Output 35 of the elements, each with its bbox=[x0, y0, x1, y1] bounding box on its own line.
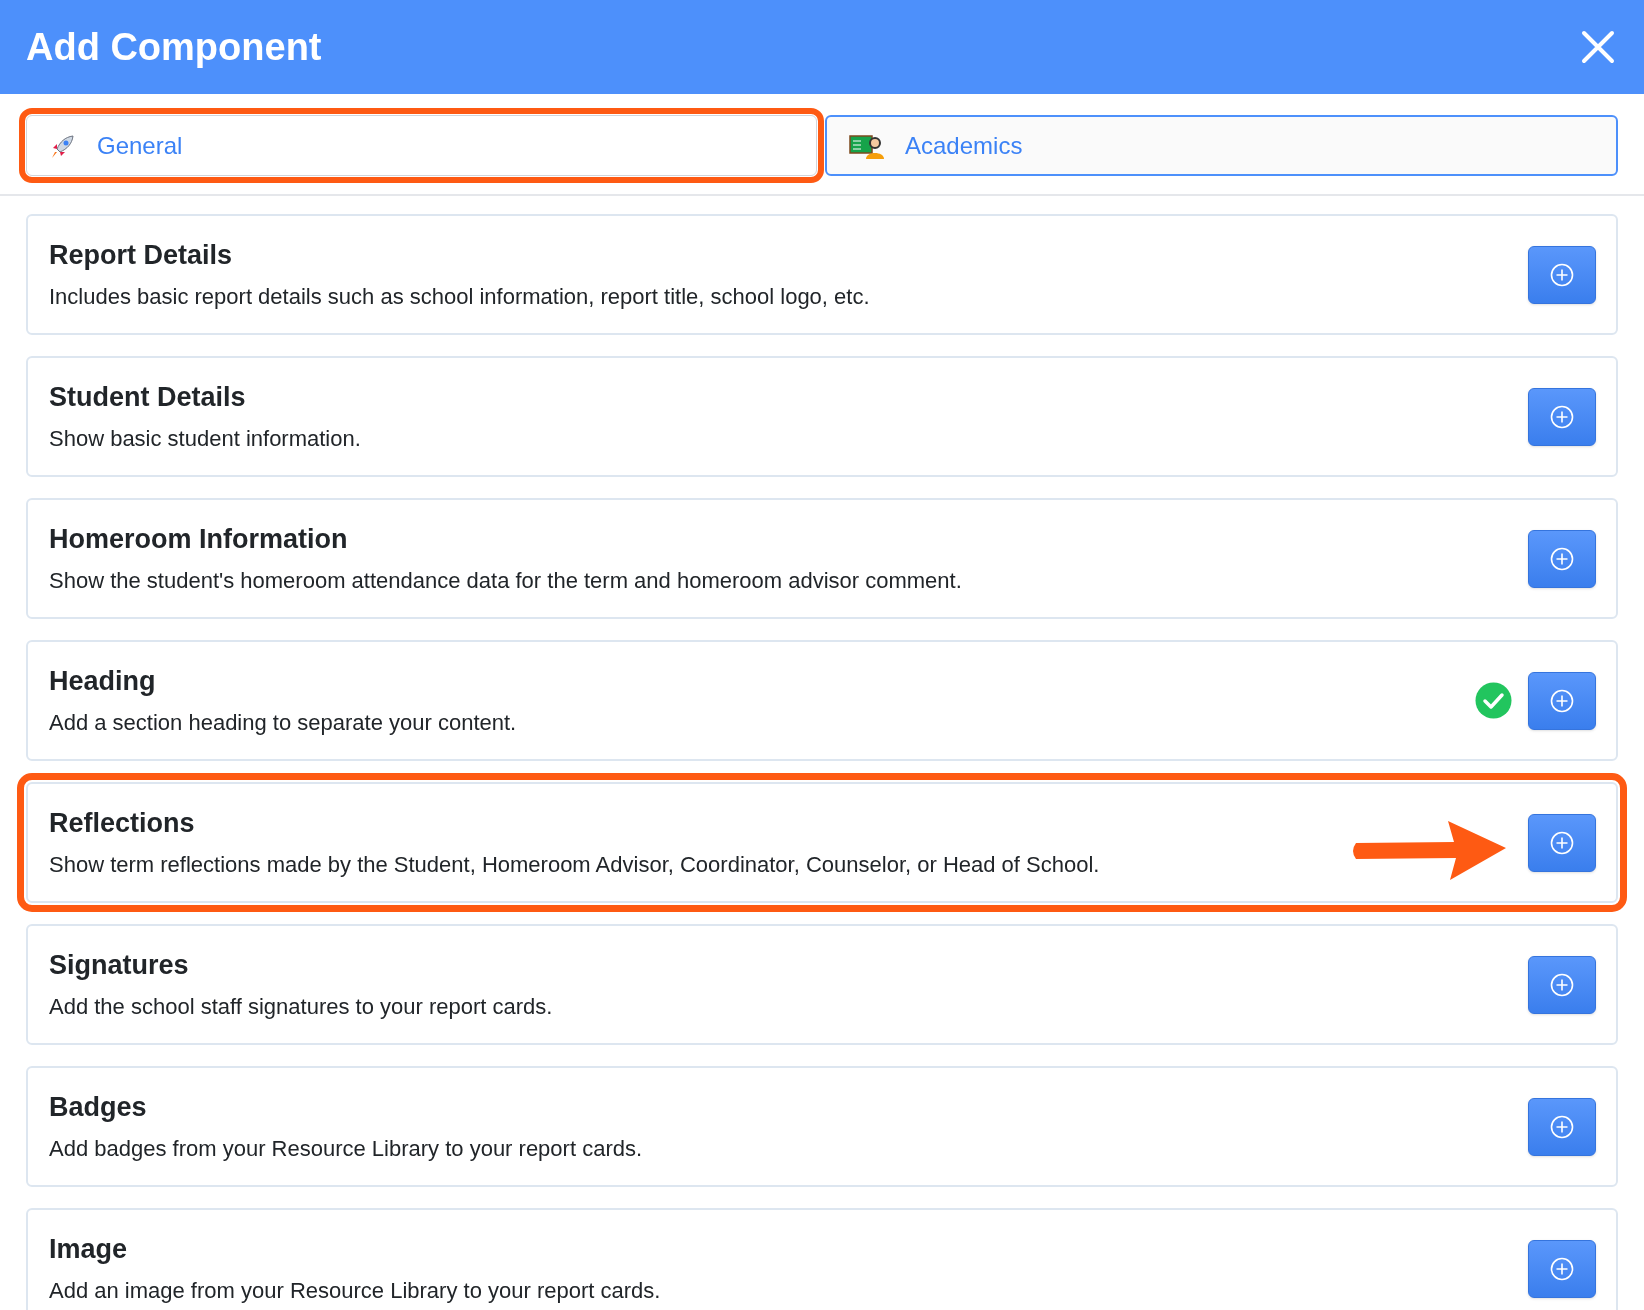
component-description: Show term reflections made by the Student, Homeroom Advisor, Coordinator, Counselor, or Head of School. bbox=[49, 850, 1101, 879]
component-title: Heading bbox=[49, 664, 157, 698]
component-title: Reflections bbox=[49, 806, 196, 840]
component-title: Signatures bbox=[49, 948, 190, 982]
close-button[interactable] bbox=[1580, 29, 1616, 65]
add-button[interactable] bbox=[1528, 1239, 1596, 1298]
add-button[interactable] bbox=[1528, 813, 1596, 872]
component-description: Add a section heading to separate your content. bbox=[49, 708, 518, 737]
plus-circle-icon bbox=[1550, 1256, 1574, 1281]
plus-circle-icon bbox=[1550, 404, 1574, 429]
component-description: Add the school staff signatures to your report cards. bbox=[49, 992, 554, 1021]
add-button[interactable] bbox=[1528, 387, 1596, 446]
add-button[interactable] bbox=[1528, 955, 1596, 1014]
component-title: Student Details bbox=[49, 380, 247, 414]
plus-circle-icon bbox=[1550, 688, 1574, 713]
plus-circle-icon bbox=[1550, 546, 1574, 571]
component-title: Report Details bbox=[49, 238, 234, 272]
plus-circle-icon bbox=[1550, 830, 1574, 855]
component-title: Homeroom Information bbox=[49, 522, 349, 556]
plus-circle-icon bbox=[1550, 1114, 1574, 1139]
component-description: Add badges from your Resource Library to your report cards. bbox=[49, 1134, 644, 1163]
add-button[interactable] bbox=[1528, 529, 1596, 588]
component-description: Includes basic report details such as school information, report title, school logo, etc. bbox=[49, 282, 871, 311]
component-title: Badges bbox=[49, 1090, 148, 1124]
component-description: Show the student's homeroom attendance data for the term and homeroom advisor comment. bbox=[49, 566, 963, 595]
component-description: Add an image from your Resource Library to your report cards. bbox=[49, 1276, 662, 1305]
dialog-title: Add Component bbox=[26, 24, 322, 70]
tab[interactable]: Academics bbox=[825, 115, 1618, 176]
plus-circle-icon bbox=[1550, 972, 1574, 997]
add-button[interactable] bbox=[1528, 245, 1596, 304]
component-title: Image bbox=[49, 1232, 129, 1266]
plus-circle-icon bbox=[1550, 262, 1574, 287]
add-button[interactable] bbox=[1528, 1097, 1596, 1156]
add-button[interactable] bbox=[1528, 671, 1596, 730]
component-description: Show basic student information. bbox=[49, 424, 362, 453]
